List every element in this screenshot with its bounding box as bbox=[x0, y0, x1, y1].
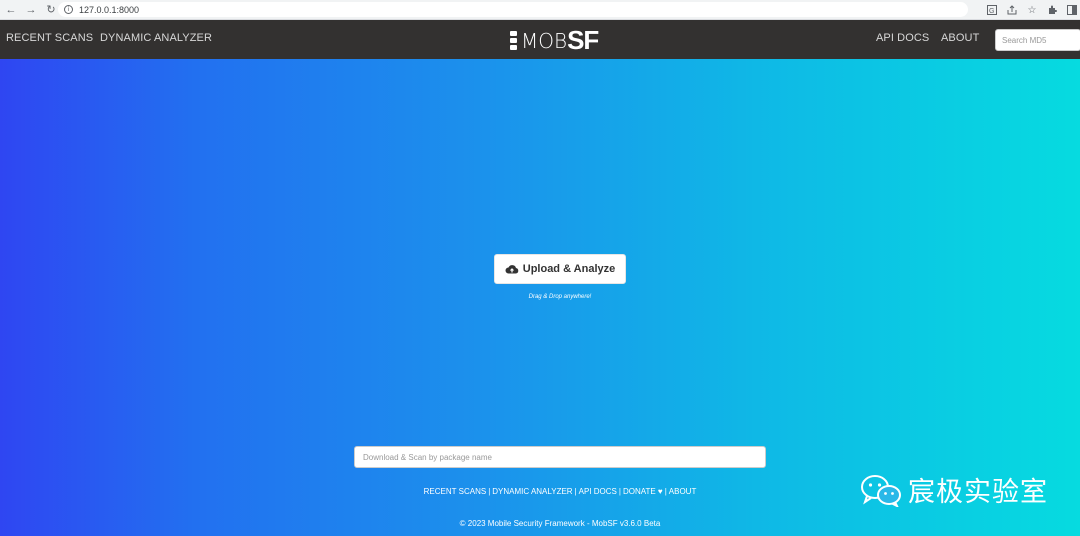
cloud-upload-icon bbox=[505, 265, 519, 274]
footer-recent-scans[interactable]: RECENT SCANS bbox=[424, 487, 487, 496]
upload-analyze-button[interactable]: Upload & Analyze bbox=[494, 254, 626, 284]
forward-icon[interactable]: → bbox=[22, 1, 40, 19]
footer-api-docs[interactable]: API DOCS bbox=[579, 487, 617, 496]
mobsf-logo[interactable]: MOB SF bbox=[510, 25, 599, 56]
watermark-text: 宸极实验室 bbox=[908, 477, 1048, 508]
footer-about[interactable]: ABOUT bbox=[669, 487, 697, 496]
nav-api-docs[interactable]: API DOCS bbox=[876, 32, 929, 44]
translate-icon[interactable]: G bbox=[984, 2, 1000, 18]
extensions-icon[interactable] bbox=[1044, 2, 1060, 18]
nav-about[interactable]: ABOUT bbox=[941, 32, 979, 44]
copyright-text: © 2023 Mobile Security Framework - MobSF… bbox=[459, 519, 661, 528]
nav-dynamic-analyzer[interactable]: DYNAMIC ANALYZER bbox=[100, 32, 212, 44]
site-info-icon[interactable]: i bbox=[64, 5, 73, 14]
share-icon[interactable] bbox=[1004, 2, 1020, 18]
svg-text:G: G bbox=[989, 8, 994, 15]
sidepanel-icon[interactable] bbox=[1064, 2, 1080, 18]
search-md5-input[interactable] bbox=[995, 29, 1080, 51]
wechat-icon bbox=[861, 474, 901, 507]
address-bar[interactable]: i 127.0.0.1:8000 bbox=[58, 2, 968, 17]
nav-recent-scans[interactable]: RECENT SCANS bbox=[6, 32, 93, 44]
wechat-watermark: 宸极实验室 bbox=[860, 470, 1048, 509]
drag-drop-hint: Drag & Drop anywhere! bbox=[528, 294, 592, 300]
back-icon[interactable]: ← bbox=[2, 1, 20, 19]
logo-text-mob: MOB bbox=[521, 28, 568, 53]
star-icon[interactable]: ☆ bbox=[1024, 2, 1040, 18]
footer-donate[interactable]: DONATE ♥ bbox=[623, 487, 663, 496]
upload-label: Upload & Analyze bbox=[522, 263, 616, 275]
browser-toolbar: ← → ↻ i 127.0.0.1:8000 G ☆ bbox=[0, 0, 1080, 20]
logo-text-sf: SF bbox=[567, 25, 599, 55]
package-name-input[interactable] bbox=[354, 446, 766, 468]
footer-links: RECENT SCANS | DYNAMIC ANALYZER | API DOCS | D… bbox=[423, 487, 697, 496]
url-text: 127.0.0.1:8000 bbox=[79, 4, 140, 15]
footer-dynamic-analyzer[interactable]: DYNAMIC ANALYZER bbox=[492, 487, 572, 496]
logo-mark-icon bbox=[510, 31, 517, 50]
